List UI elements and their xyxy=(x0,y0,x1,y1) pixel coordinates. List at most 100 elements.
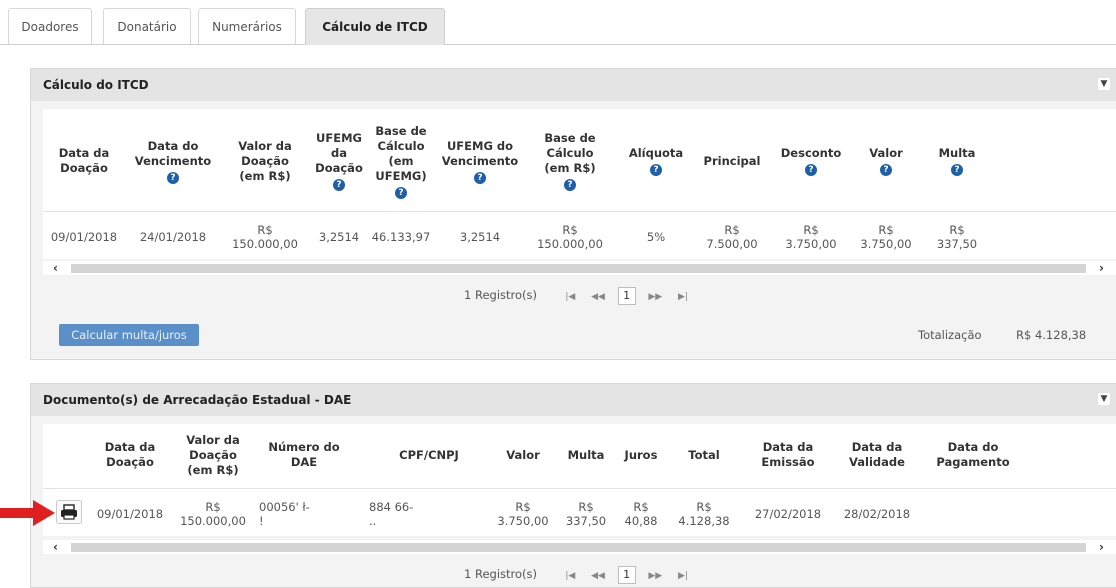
last-page-icon[interactable]: ▶| xyxy=(675,568,691,584)
table-cell: R$ 337,50 xyxy=(936,223,978,251)
print-dae-button[interactable] xyxy=(56,500,82,524)
column-header: Multa xyxy=(559,448,613,463)
table-cell: 46.133,97 xyxy=(371,230,431,244)
table-cell: R$ 7.500,00 xyxy=(706,223,758,251)
next-page-icon[interactable]: ▶▶ xyxy=(647,289,663,305)
table-cell: R$ 3.750,00 xyxy=(785,223,837,251)
panel-title: Cálculo do ITCD xyxy=(43,78,149,92)
caret-down-icon[interactable]: ▼ xyxy=(1098,78,1110,90)
records-count: 1 Registro(s) xyxy=(464,567,538,581)
column-header: Principal xyxy=(697,154,767,169)
totalizacao-label: Totalização xyxy=(918,328,982,342)
column-header: UFEMG do Vencimento? xyxy=(439,139,521,184)
table-cell: R$ 3.750,00 xyxy=(497,500,549,528)
scroll-thumb[interactable] xyxy=(71,543,1086,552)
tab-donatario[interactable]: Donatário xyxy=(103,8,191,44)
column-header-label: Data do Pagamento xyxy=(936,440,1010,469)
column-header-label: Multa xyxy=(567,447,605,462)
column-header: Data da Emissão xyxy=(749,440,827,470)
table-cell: 3,2514 xyxy=(459,230,501,244)
column-header-label: Base de Cálculo (em UFEMG) xyxy=(375,123,427,183)
table-cell: 5% xyxy=(646,230,666,244)
table-cell: R$ 3.750,00 xyxy=(860,223,912,251)
scroll-left-icon[interactable]: ‹ xyxy=(53,261,58,275)
prev-page-icon[interactable]: ◀◀ xyxy=(590,289,606,305)
column-header-label: Data da Emissão xyxy=(761,440,815,469)
scroll-thumb[interactable] xyxy=(71,264,1086,273)
dae-panel: Documento(s) de Arrecadação Estadual - D… xyxy=(30,383,1116,588)
table-cell: 27/02/2018 xyxy=(754,507,822,521)
column-header: Multa? xyxy=(917,146,997,176)
page-number[interactable]: 1 xyxy=(617,566,636,584)
question-circle-icon[interactable]: ? xyxy=(564,179,576,191)
column-header: Data da Doação xyxy=(91,440,169,470)
calcular-multa-juros-button[interactable]: Calcular multa/juros xyxy=(59,324,199,346)
column-header: Número do DAE xyxy=(259,440,349,470)
first-page-icon[interactable]: |◀ xyxy=(562,289,578,305)
records-count: 1 Registro(s) xyxy=(464,288,538,302)
header-divider xyxy=(43,488,1116,489)
scroll-left-icon[interactable]: ‹ xyxy=(53,540,58,554)
panel-header: Cálculo do ITCD ▼ xyxy=(31,69,1116,101)
calc-table: Data da Doação Data do Vencimento? Valor da D… xyxy=(43,109,1116,259)
last-page-icon[interactable]: ▶| xyxy=(675,289,691,305)
column-header: UFEMG da Doação? xyxy=(315,131,363,191)
totalizacao-value: R$ 4.128,38 xyxy=(1016,328,1087,342)
scroll-right-icon[interactable]: › xyxy=(1099,540,1104,554)
question-circle-icon[interactable]: ? xyxy=(951,164,963,176)
red-arrow-annotation xyxy=(0,500,55,526)
horizontal-scrollbar[interactable]: ‹ › xyxy=(43,261,1116,275)
column-header: Base de Cálculo (em UFEMG)? xyxy=(369,124,433,199)
arrow-head xyxy=(33,500,55,526)
column-header: Data da Validade xyxy=(833,440,921,470)
column-header-label: Data do Vencimento xyxy=(134,138,212,168)
column-header: Valor da Doação (em R$) xyxy=(175,433,251,478)
question-circle-icon[interactable]: ? xyxy=(650,164,662,176)
column-header-label: UFEMG da Doação xyxy=(315,131,363,175)
column-header-label: Principal xyxy=(703,153,761,168)
column-header-label: Total xyxy=(688,447,720,462)
question-circle-icon[interactable]: ? xyxy=(395,186,407,199)
table-cell: R$ 150.000,00 xyxy=(537,223,603,251)
column-header-label: Data da Validade xyxy=(849,440,905,469)
question-circle-icon[interactable]: ? xyxy=(333,179,345,191)
first-page-icon[interactable]: |◀ xyxy=(562,568,578,584)
horizontal-scrollbar[interactable]: ‹ › xyxy=(43,540,1116,554)
column-header-label: Multa xyxy=(938,146,976,160)
question-circle-icon[interactable]: ? xyxy=(880,164,892,176)
column-header-label: Valor da Doação (em R$) xyxy=(238,138,292,183)
column-header-label: Valor xyxy=(869,146,903,160)
tab-bar: Doadores Donatário Numerários Cálculo de… xyxy=(0,0,1116,45)
column-header-label: Data da Doação xyxy=(104,440,156,469)
column-header: Data do Pagamento xyxy=(923,440,1023,470)
scroll-right-icon[interactable]: › xyxy=(1099,261,1104,275)
panel-title: Documento(s) de Arrecadação Estadual - D… xyxy=(43,393,352,407)
table-cell: R$ 150.000,00 xyxy=(180,500,246,528)
next-page-icon[interactable]: ▶▶ xyxy=(647,568,663,584)
question-circle-icon[interactable]: ? xyxy=(167,171,179,184)
tab-doadores[interactable]: Doadores xyxy=(8,8,92,44)
question-circle-icon[interactable]: ? xyxy=(474,171,486,184)
dae-table: Data da Doação Valor da Doação (em R$) Número… xyxy=(43,424,1116,536)
column-header: Alíquota? xyxy=(621,146,691,176)
column-header-label: UFEMG do Vencimento xyxy=(441,138,519,168)
page-number[interactable]: 1 xyxy=(617,287,636,305)
table-cell: R$ 150.000,00 xyxy=(232,223,298,251)
prev-page-icon[interactable]: ◀◀ xyxy=(590,568,606,584)
pagination: 1 Registro(s) |◀ ◀◀ 1 ▶▶ ▶| xyxy=(43,281,1116,309)
question-circle-icon[interactable]: ? xyxy=(805,164,817,176)
panel-header: Documento(s) de Arrecadação Estadual - D… xyxy=(31,384,1116,416)
tab-calculo-itcd[interactable]: Cálculo de ITCD xyxy=(305,8,445,45)
column-header: Total xyxy=(669,448,739,463)
column-header: Data da Doação xyxy=(45,146,123,176)
column-header: Valor? xyxy=(855,146,917,176)
caret-down-icon[interactable]: ▼ xyxy=(1098,393,1110,405)
tab-numerarios[interactable]: Numerários xyxy=(198,8,296,44)
table-cell: 884 66- .. xyxy=(369,500,414,528)
table-cell: 24/01/2018 xyxy=(139,230,207,244)
column-header: Valor da Doação (em R$) xyxy=(223,139,307,184)
column-header: Valor xyxy=(491,448,555,463)
column-header-label: Base de Cálculo (em R$) xyxy=(544,131,596,175)
table-cell: R$ 40,88 xyxy=(624,500,658,528)
column-header-label: Valor da Doação (em R$) xyxy=(186,432,240,477)
